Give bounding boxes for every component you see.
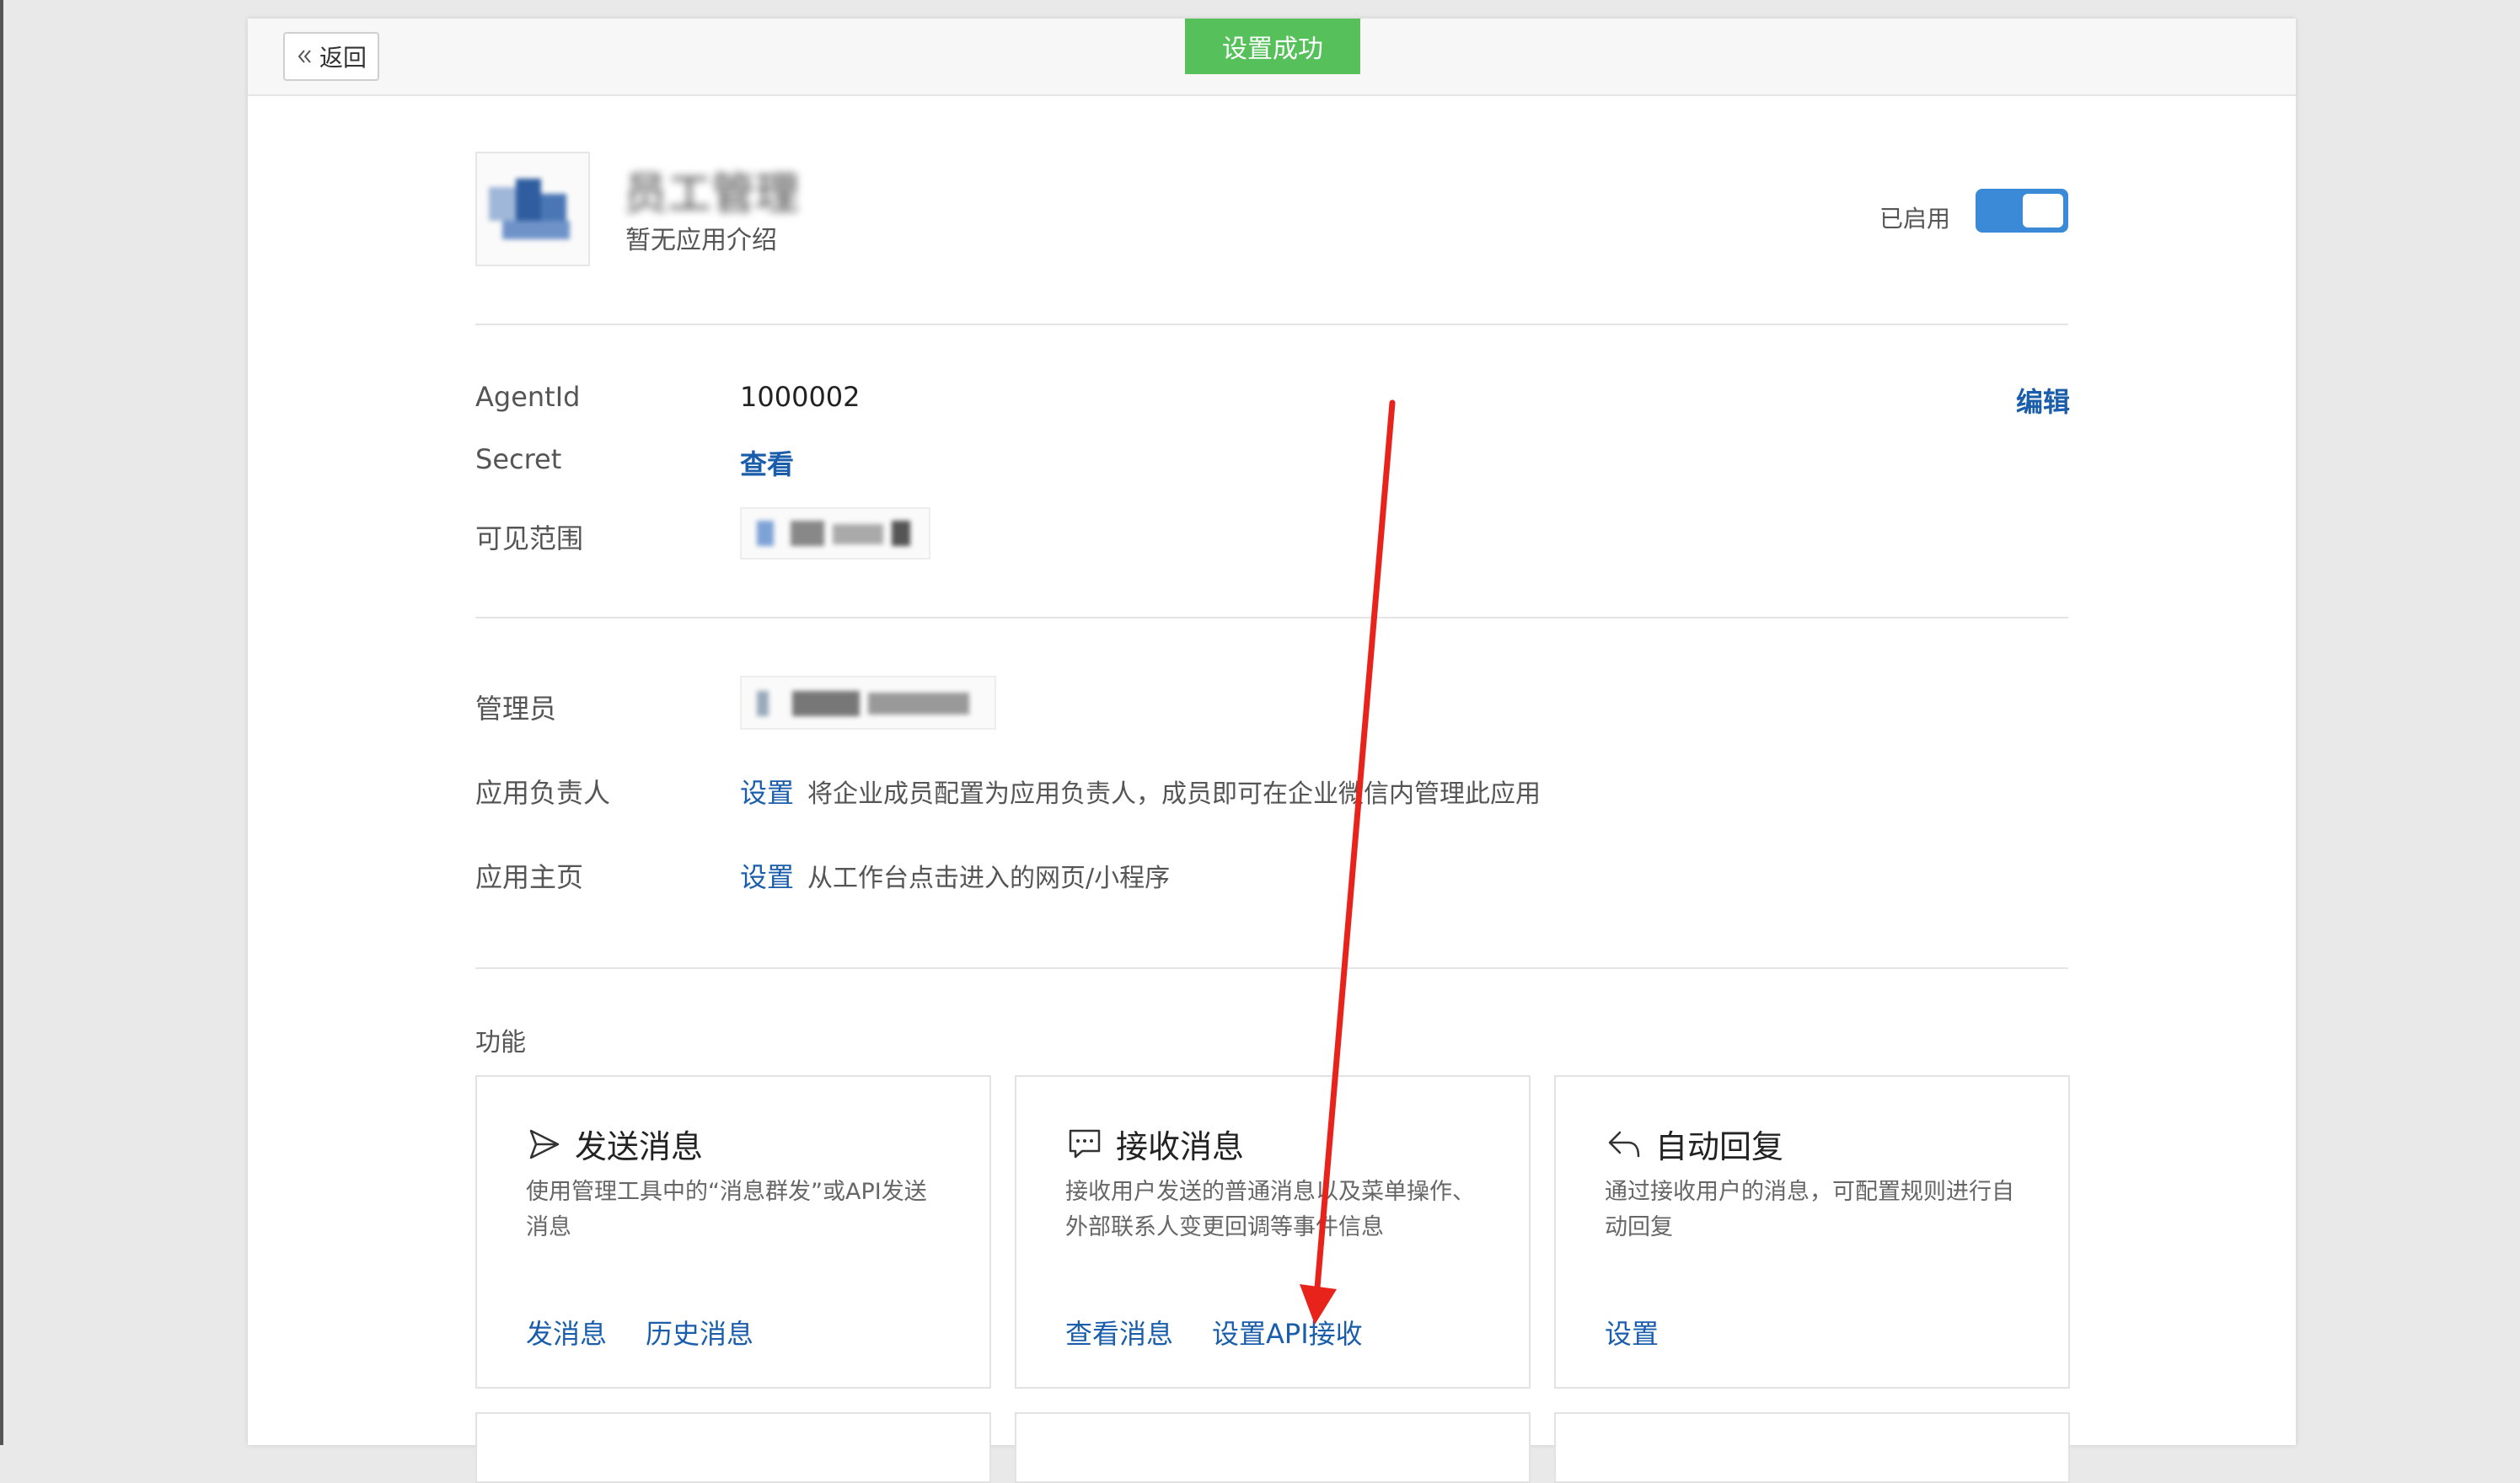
card-description: 接收用户发送的普通消息以及菜单操作、外部联系人变更回调等事件信息 (1065, 1179, 1475, 1240)
app-logo (475, 152, 590, 266)
app-name: 员工管理 (624, 169, 800, 220)
feature-card (475, 1412, 991, 1483)
back-label: 返回 (319, 44, 367, 72)
toggle-knob (2023, 194, 2063, 228)
divider (475, 967, 2068, 969)
app-description: 暂无应用介绍 (625, 226, 777, 255)
homepage-label: 应用主页 (475, 861, 584, 893)
feature-card (1015, 1412, 1531, 1483)
view-messages-link[interactable]: 查看消息 (1065, 1313, 1173, 1352)
set-api-receive-link[interactable]: 设置API接收 (1212, 1313, 1363, 1352)
history-message-link[interactable]: 历史消息 (646, 1313, 753, 1352)
enable-toggle[interactable] (1976, 189, 2068, 233)
admin-label: 管理员 (475, 693, 557, 725)
feature-card (1554, 1412, 2070, 1483)
edit-link[interactable]: 编辑 (2016, 381, 2070, 420)
agentid-value: 1000002 (740, 381, 861, 413)
agentid-label: AgentId (475, 381, 581, 413)
reply-icon (1606, 1127, 1642, 1161)
homepage-set-link[interactable]: 设置 (740, 861, 794, 893)
autoreply-set-link[interactable]: 设置 (1605, 1313, 1659, 1352)
feature-card-send: 发送消息 使用管理工具中的“消息群发”或API发送消息 发消息 历史消息 (475, 1075, 991, 1389)
chat-bubble-icon (1067, 1127, 1102, 1161)
card-title: 发送消息 (575, 1128, 704, 1165)
success-toast: 设置成功 (1185, 19, 1360, 74)
send-message-link[interactable]: 发消息 (526, 1313, 607, 1352)
features-title: 功能 (475, 1028, 526, 1057)
feature-card-receive: 接收消息 接收用户发送的普通消息以及菜单操作、外部联系人变更回调等事件信息 查看… (1015, 1075, 1531, 1389)
homepage-hint: 从工作台点击进入的网页/小程序 (807, 864, 1171, 893)
secret-label: Secret (475, 443, 562, 475)
back-button[interactable]: 返回 (283, 32, 379, 81)
window-edge (0, 0, 3, 1445)
divider (475, 324, 2068, 325)
owner-set-link[interactable]: 设置 (740, 777, 794, 809)
double-chevron-left-icon (296, 47, 314, 66)
card-title: 自动回复 (1655, 1128, 1784, 1165)
status-label: 已启用 (1879, 205, 1951, 233)
top-bar: 返回 设置成功 (248, 19, 2296, 96)
card-description: 使用管理工具中的“消息群发”或API发送消息 (526, 1179, 927, 1240)
visible-range-label: 可见范围 (475, 522, 584, 554)
secret-view-link[interactable]: 查看 (740, 443, 794, 482)
admin-value (740, 676, 996, 730)
owner-hint: 将企业成员配置为应用负责人，成员即可在企业微信内管理此应用 (807, 779, 1541, 809)
app-detail-panel: 返回 设置成功 员工管理 暂无应用介绍 已启用 AgentId 1000002 … (248, 19, 2296, 1483)
owner-label: 应用负责人 (475, 777, 611, 809)
card-title: 接收消息 (1116, 1128, 1245, 1165)
card-description: 通过接收用户的消息，可配置规则进行自动回复 (1605, 1179, 2014, 1240)
feature-card-autoreply: 自动回复 通过接收用户的消息，可配置规则进行自动回复 设置 (1554, 1075, 2070, 1389)
send-icon (528, 1127, 561, 1161)
visible-range-value (740, 507, 930, 559)
divider (475, 617, 2068, 618)
